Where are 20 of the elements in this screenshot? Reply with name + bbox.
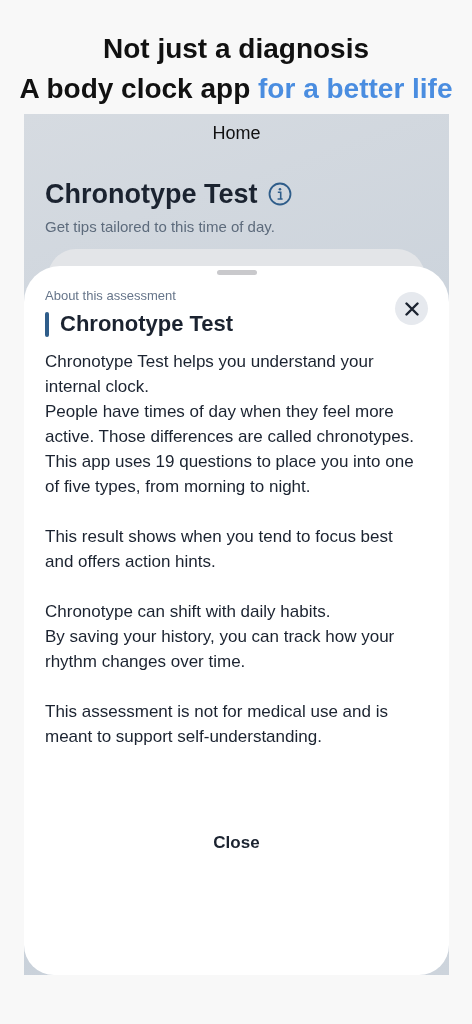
headline-text: Not just a diagnosis [103,33,369,64]
sheet-title: Chronotype Test [60,310,234,338]
body-text: By saving your history, you can track how your rhythm changes over time. [45,626,396,673]
body-text: This app uses 19 questions to place you into one of five types, from morning to night. [45,451,415,498]
close-button[interactable] [395,292,428,325]
close-icon [404,301,419,316]
accent-bar [45,311,49,337]
close-button[interactable]: Close [193,827,280,859]
nav-title: Home [211,122,262,144]
sheet-eyebrow: About this assessment [45,287,177,305]
body-text: Chronotype Test helps you understand your internal clock. [45,351,375,398]
headline-highlight: for a better life [258,73,453,104]
body-text: This assessment is not for medical use and is meant to support self-understanding. [45,701,389,748]
headline-text: A body clock app [19,73,252,104]
page-subtitle: Get tips tailored to this time of day. [45,217,276,237]
info-icon[interactable] [267,182,292,206]
body-text: This result shows when you tend to focus best and offers action hints. [45,526,394,573]
body-text: People have times of day when they feel more active. Those differences are called chronotypes. [45,401,415,448]
page-title: Chronotype Test [45,178,258,211]
body-text: Chronotype can shift with daily habits. [45,601,332,623]
